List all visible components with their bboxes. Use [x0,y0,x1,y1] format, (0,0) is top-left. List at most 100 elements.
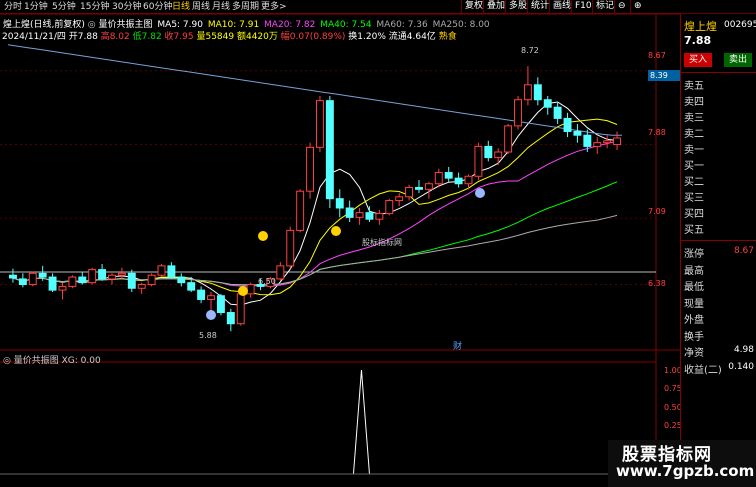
signal-marker-icon [331,226,341,236]
candle-body [504,125,513,153]
order-book-level: 买五 [684,225,704,236]
candle-body [434,172,443,185]
candle-body [454,177,463,185]
quote-line: 2024/11/21/四 开7.88 高8.02 低7.82 收7.95 量55… [2,29,457,42]
candle-body [187,282,196,291]
candle-body [494,151,503,159]
candle-body [286,229,295,267]
watermark-url: www.7gpzb.com [616,462,755,480]
quote-panel: 煌上煌 002695 7.88 买入 卖出 卖五 卖四 卖三 卖二 卖一 买一 买二 买三 买四… [680,14,756,487]
candle-body [246,284,255,295]
candle-body [573,130,582,136]
candle-body [405,186,414,198]
quote-high: 高8.02 [100,32,130,42]
candle-body [603,140,612,144]
candle-body [415,186,423,190]
candle-body [553,106,562,119]
candle-body [167,265,176,278]
high-price-label: 8.72 [521,46,539,55]
stat-label: 现量 [684,298,704,310]
candle-body [226,312,235,325]
stat-label: 涨停 [684,249,704,260]
candle-body [514,99,522,127]
divider [681,72,756,73]
candle-body [325,100,334,200]
signal-marker-icon [206,310,216,320]
sell-button[interactable]: 卖出 [724,53,752,67]
stat-label: 外盘 [684,315,704,326]
quote-change: 幅0.07(0.89%) [280,32,346,42]
candle-body [98,269,107,280]
sub-indicator-icon: ◎ [3,356,11,366]
candle-body [137,284,146,289]
ma-line-ma20 [12,140,618,287]
candle-body [127,272,136,289]
candle-body [464,175,473,185]
candle-body [474,145,483,177]
candle-body [345,207,354,218]
quote-float-value: 流通4.64亿 [388,32,436,42]
stat-value: 0.140 [728,361,754,372]
mid-price-label: 6.50 [258,277,276,286]
signal-spike [352,369,370,475]
low-price-label: 5.88 [199,331,217,340]
order-book-level: 买一 [684,161,704,172]
candle-body [58,285,67,291]
candle-body [315,100,324,148]
candle-body [583,134,592,147]
stat-value: 4.98 [733,345,754,355]
candle-body [355,212,364,218]
signal-marker-icon [475,188,485,198]
quote-sector: 熟食 [438,32,457,42]
candle-body [28,272,37,286]
candle-body [276,265,285,280]
order-book-level: 卖一 [684,145,704,156]
stock-code: 002695 [724,20,756,30]
quote-low: 低7.82 [132,32,162,42]
chart-watermark-text: 股标指标网 [362,238,402,247]
quote-close: 收7.95 [164,32,194,42]
candle-body [207,295,215,300]
candle-body [78,276,87,284]
candle-body [236,293,245,325]
stat-label: 净资 [684,348,704,359]
candle-body [444,172,453,179]
candle-body [365,212,374,220]
stock-name: 煌上煌 [684,20,717,33]
quote-volume: 量55849 [196,32,235,42]
order-book-level: 买三 [684,193,704,204]
order-book-level: 卖二 [684,129,704,140]
candle-body [375,213,384,220]
candle-body [385,200,394,215]
order-book-level: 买四 [684,209,704,220]
quote-date: 2024/11/21/四 [2,32,66,42]
candle-body [8,274,17,279]
order-book-level: 卖三 [684,113,704,124]
candle-body [157,265,166,276]
signal-marker-icon [238,286,248,296]
buy-button[interactable]: 买入 [684,53,712,67]
stat-label: 最高 [684,265,704,277]
order-book-level: 卖五 [684,81,704,92]
candle-body [523,84,532,101]
price-chart[interactable] [0,0,680,487]
candle-body [197,289,206,300]
candle-body [533,84,542,101]
quote-open: 开7.88 [68,32,98,42]
sub-chart-title: 量价共振图 XG: 0.00 [13,356,101,366]
candle-body [68,276,77,287]
candle-body [613,137,622,146]
candle-body [38,272,47,278]
candle-body [88,269,97,284]
quote-turnover: 换1.20% [348,32,386,42]
quote-amount: 额4420万 [236,32,278,42]
candle-body [306,146,315,192]
divider [681,240,756,241]
current-price-tag: 8.39 [648,70,680,81]
stat-label: 换手 [684,331,704,343]
candle-body [177,276,186,284]
candle-body [216,295,225,314]
candle-body [48,276,57,291]
candle-body [18,278,27,286]
financial-marker[interactable]: 财 [453,339,462,352]
